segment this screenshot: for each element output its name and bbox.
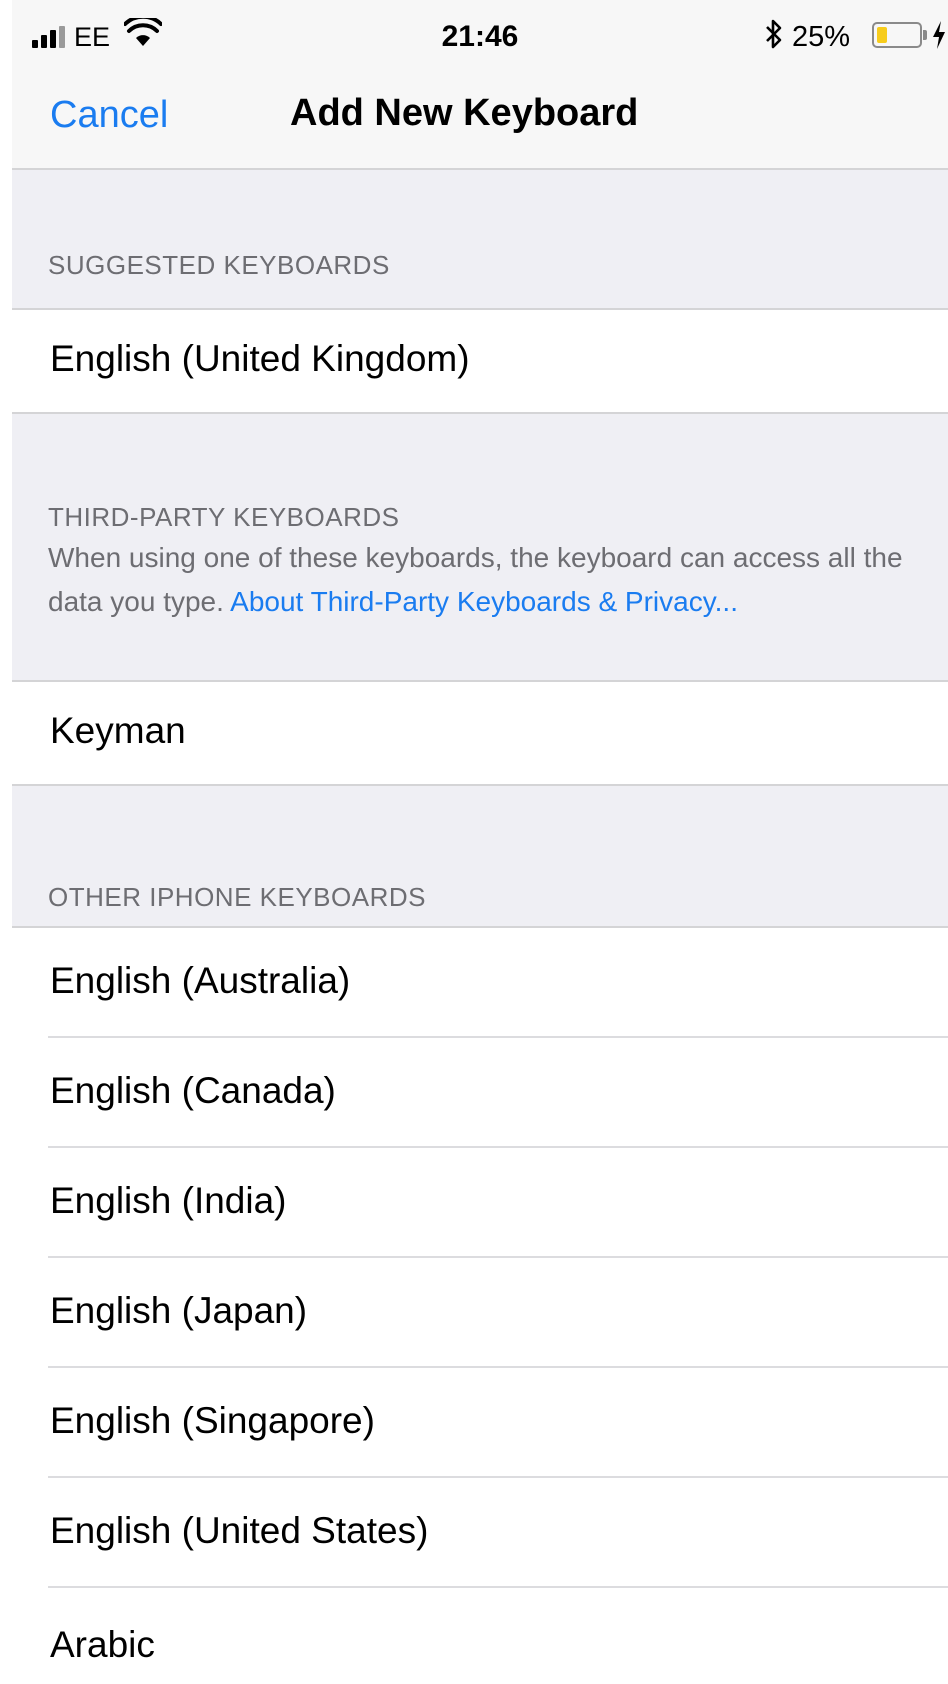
- keyboard-row[interactable]: English (Australia): [12, 928, 948, 1038]
- keyboard-row[interactable]: Arabic: [12, 1588, 948, 1684]
- keyboard-row-english-united-kingdom[interactable]: English (United Kingdom): [12, 310, 948, 412]
- keyboard-row[interactable]: English (United States): [12, 1478, 948, 1588]
- keyboard-row[interactable]: English (India): [12, 1148, 948, 1258]
- navigation-bar: Cancel Add New Keyboard: [12, 70, 948, 170]
- page-title: Add New Keyboard: [290, 92, 639, 134]
- keyboard-row[interactable]: English (Canada): [12, 1038, 948, 1148]
- keyboard-label: English (Canada): [50, 1070, 336, 1111]
- section-header-third-party: THIRD-PARTY KEYBOARDS When using one of …: [12, 412, 948, 682]
- keyboard-row[interactable]: English (Singapore): [12, 1368, 948, 1478]
- app-frame: EE 21:46 25% Cancel Add New Keyboard SUG…: [12, 0, 948, 1684]
- keyboard-label: Keyman: [50, 710, 186, 751]
- battery-percent: 25%: [792, 21, 851, 53]
- battery-fill: [877, 27, 887, 43]
- section-header-other: OTHER IPHONE KEYBOARDS: [12, 784, 948, 928]
- status-bar: EE 21:46 25%: [12, 0, 948, 70]
- keyboard-label: English (United States): [50, 1510, 429, 1551]
- keyboard-label: Arabic: [50, 1624, 155, 1665]
- keyboard-label: English (India): [50, 1180, 287, 1221]
- keyboard-label: English (Australia): [50, 960, 351, 1001]
- cancel-button[interactable]: Cancel: [50, 94, 168, 137]
- keyboard-label: English (Japan): [50, 1290, 308, 1331]
- charging-icon: [933, 21, 945, 49]
- section-title-third-party: THIRD-PARTY KEYBOARDS: [48, 502, 400, 532]
- third-party-description: When using one of these keyboards, the k…: [48, 536, 908, 624]
- third-party-privacy-link[interactable]: About Third-Party Keyboards & Privacy...: [230, 586, 738, 617]
- keyboard-label: English (United Kingdom): [50, 338, 470, 379]
- battery-icon: [872, 22, 922, 48]
- keyboard-row[interactable]: English (Japan): [12, 1258, 948, 1368]
- section-title-other: OTHER IPHONE KEYBOARDS: [48, 882, 426, 912]
- bluetooth-icon: [766, 19, 782, 49]
- section-title-suggested: SUGGESTED KEYBOARDS: [48, 250, 390, 280]
- battery-cap: [923, 30, 927, 40]
- keyboard-label: English (Singapore): [50, 1400, 375, 1441]
- section-header-suggested: SUGGESTED KEYBOARDS: [12, 170, 948, 310]
- keyboard-row-keyman[interactable]: Keyman: [12, 682, 948, 784]
